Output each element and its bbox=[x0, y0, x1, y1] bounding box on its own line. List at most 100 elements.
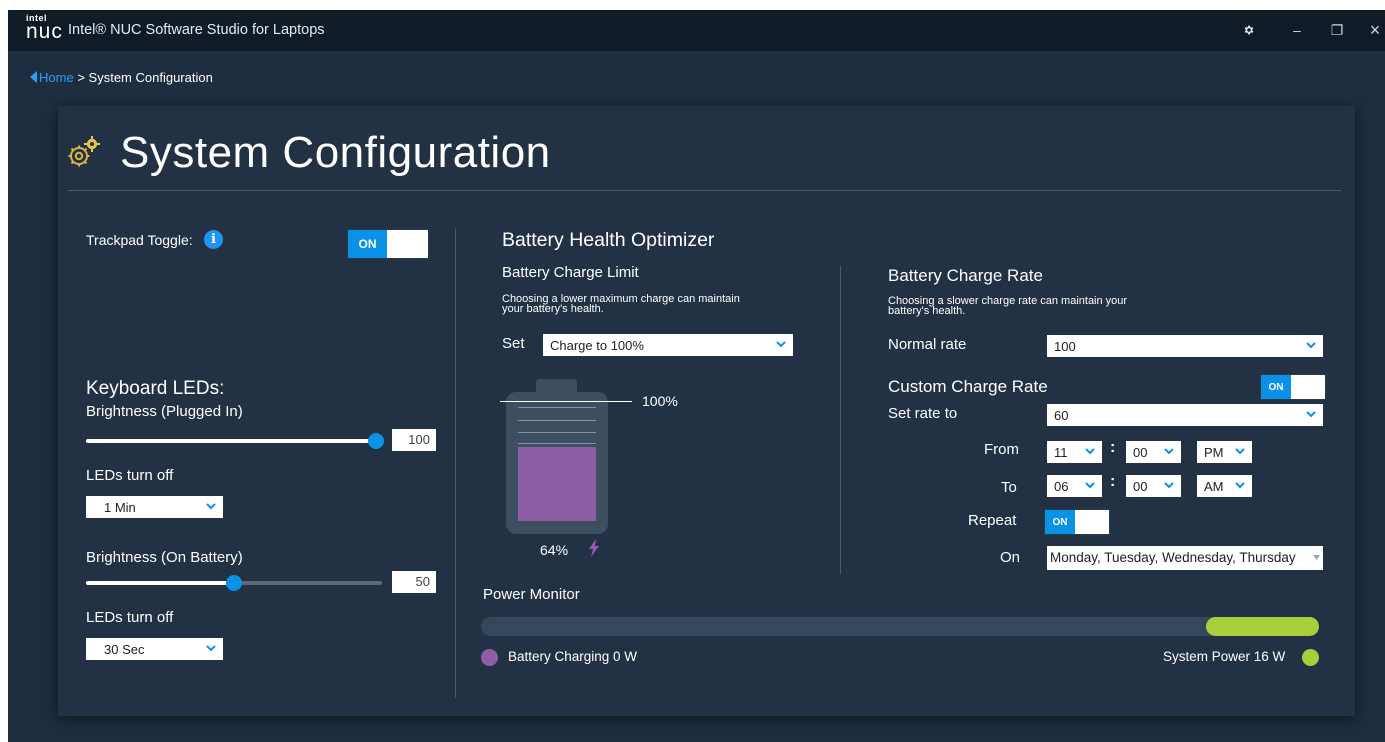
limit-marker-label: 100% bbox=[642, 393, 678, 409]
restore-icon: ❐ bbox=[1330, 21, 1344, 38]
breadcrumb-home-link[interactable]: Home bbox=[39, 70, 74, 85]
from-minute-select[interactable]: 00 bbox=[1126, 441, 1181, 463]
select-value: 1 Min bbox=[104, 500, 136, 515]
brightness-plugged-slider[interactable] bbox=[86, 433, 384, 449]
slider-thumb[interactable] bbox=[226, 575, 242, 591]
set-rate-label: Set rate to bbox=[888, 405, 958, 422]
normal-rate-select[interactable]: 100 bbox=[1047, 335, 1323, 357]
select-value: 11 bbox=[1054, 445, 1068, 460]
select-value: AM bbox=[1204, 479, 1224, 494]
system-power-label: System Power 16 W bbox=[1163, 649, 1286, 664]
battery-line bbox=[518, 420, 596, 421]
chevron-down-icon bbox=[1235, 482, 1245, 489]
repeat-toggle[interactable]: ON bbox=[1044, 509, 1110, 535]
set-rate-select[interactable]: 60 bbox=[1047, 404, 1323, 426]
chevron-down-icon bbox=[1306, 342, 1316, 349]
desc-line-2: battery's health. bbox=[888, 305, 966, 317]
to-minute-select[interactable]: 00 bbox=[1126, 475, 1181, 497]
charge-divider bbox=[840, 266, 841, 574]
charge-limit-select[interactable]: Charge to 100% bbox=[543, 334, 793, 356]
select-value: 30 Sec bbox=[104, 642, 145, 657]
repeat-label: Repeat bbox=[968, 512, 1017, 529]
slider-fill bbox=[86, 581, 234, 585]
minimize-button[interactable]: – bbox=[1284, 16, 1310, 44]
close-icon: × bbox=[1369, 19, 1381, 40]
toggle-on-label: ON bbox=[1261, 375, 1291, 399]
chevron-down-icon bbox=[206, 503, 216, 510]
battery-level-graphic bbox=[506, 379, 616, 534]
intel-nuc-logo: intel nuc bbox=[26, 14, 63, 43]
chevron-down-icon bbox=[1164, 482, 1174, 489]
logo-bottom: nuc bbox=[26, 20, 63, 43]
battery-line bbox=[518, 407, 596, 408]
restore-button[interactable]: ❐ bbox=[1324, 16, 1350, 44]
select-value: Monday, Tuesday, Wednesday, Thursday bbox=[1050, 550, 1296, 565]
gears-icon bbox=[68, 136, 100, 167]
close-button[interactable]: × bbox=[1362, 16, 1385, 44]
trackpad-toggle[interactable]: ON bbox=[347, 229, 429, 259]
app-window: intel nuc Intel® NUC Software Studio for… bbox=[8, 10, 1385, 742]
select-value: 00 bbox=[1133, 479, 1148, 494]
power-monitor-bar bbox=[481, 617, 1319, 636]
breadcrumb-current: System Configuration bbox=[88, 70, 213, 85]
charge-limit-description: Choosing a lower maximum charge can main… bbox=[502, 294, 740, 315]
select-value: 00 bbox=[1133, 445, 1148, 460]
toggle-on-label: ON bbox=[1045, 510, 1075, 534]
charge-rate-description: Choosing a slower charge rate can mainta… bbox=[888, 296, 1127, 317]
slider-thumb[interactable] bbox=[368, 433, 384, 449]
custom-charge-rate-toggle[interactable]: ON bbox=[1260, 374, 1326, 400]
brightness-battery-label: Brightness (On Battery) bbox=[86, 549, 243, 566]
chevron-down-icon bbox=[1235, 448, 1245, 455]
system-power-dot bbox=[1302, 649, 1319, 666]
keyboard-leds-heading: Keyboard LEDs: bbox=[86, 378, 225, 399]
select-value: Charge to 100% bbox=[550, 338, 644, 353]
settings-button[interactable] bbox=[1236, 16, 1262, 44]
select-value: 100 bbox=[1054, 339, 1076, 354]
chevron-down-icon bbox=[1306, 411, 1316, 418]
title-bar: intel nuc Intel® NUC Software Studio for… bbox=[8, 10, 1385, 51]
battery-line bbox=[518, 432, 596, 433]
brightness-battery-value[interactable]: 50 bbox=[392, 571, 436, 593]
battery-cap bbox=[536, 379, 577, 393]
chevron-down-icon bbox=[1085, 482, 1095, 489]
from-ampm-select[interactable]: PM bbox=[1197, 441, 1252, 463]
info-icon[interactable]: i bbox=[204, 230, 223, 249]
battery-health-heading: Battery Health Optimizer bbox=[502, 229, 715, 251]
caret-down-icon bbox=[1313, 555, 1320, 560]
battery-percent: 64% bbox=[540, 542, 569, 558]
charge-rate-heading: Battery Charge Rate bbox=[888, 266, 1043, 285]
repeat-days-select[interactable]: Monday, Tuesday, Wednesday, Thursday bbox=[1047, 546, 1323, 570]
brightness-plugged-value[interactable]: 100 bbox=[392, 429, 436, 451]
chevron-down-icon bbox=[1085, 448, 1095, 455]
back-arrow-icon[interactable] bbox=[30, 71, 37, 83]
leds-turn-off-battery-select[interactable]: 30 Sec bbox=[86, 638, 223, 660]
breadcrumb: Home > System Configuration bbox=[30, 70, 213, 85]
gear-icon bbox=[1244, 25, 1254, 35]
page-title: System Configuration bbox=[120, 128, 551, 177]
brightness-battery-slider[interactable] bbox=[86, 575, 382, 591]
on-label: On bbox=[1000, 549, 1021, 566]
chevron-down-icon bbox=[1164, 448, 1174, 455]
time-separator: : bbox=[1110, 473, 1116, 490]
leds-turn-off-plugged-select[interactable]: 1 Min bbox=[86, 496, 223, 518]
select-value: 06 bbox=[1054, 479, 1069, 494]
lightning-icon bbox=[589, 539, 599, 557]
from-hour-select[interactable]: 11 bbox=[1047, 441, 1102, 463]
battery-fill bbox=[518, 446, 596, 521]
to-hour-select[interactable]: 06 bbox=[1047, 475, 1102, 497]
to-ampm-select[interactable]: AM bbox=[1197, 475, 1252, 497]
title-divider bbox=[68, 190, 1341, 191]
charge-limit-set-label: Set bbox=[502, 335, 525, 352]
battery-charging-label: Battery Charging 0 W bbox=[508, 649, 638, 664]
normal-rate-label: Normal rate bbox=[888, 336, 967, 353]
slider-fill bbox=[86, 439, 376, 443]
desc-line-2: your battery's health. bbox=[502, 303, 604, 315]
from-label: From bbox=[984, 441, 1019, 458]
leds-turn-off-plugged-label: LEDs turn off bbox=[86, 467, 174, 484]
system-configuration-panel: System Configuration Trackpad Toggle: i … bbox=[58, 106, 1355, 716]
battery-charging-dot bbox=[481, 649, 498, 666]
select-value: 60 bbox=[1054, 408, 1069, 423]
trackpad-toggle-label: Trackpad Toggle: bbox=[86, 232, 193, 248]
column-divider bbox=[455, 228, 456, 698]
app-title: Intel® NUC Software Studio for Laptops bbox=[68, 22, 325, 38]
